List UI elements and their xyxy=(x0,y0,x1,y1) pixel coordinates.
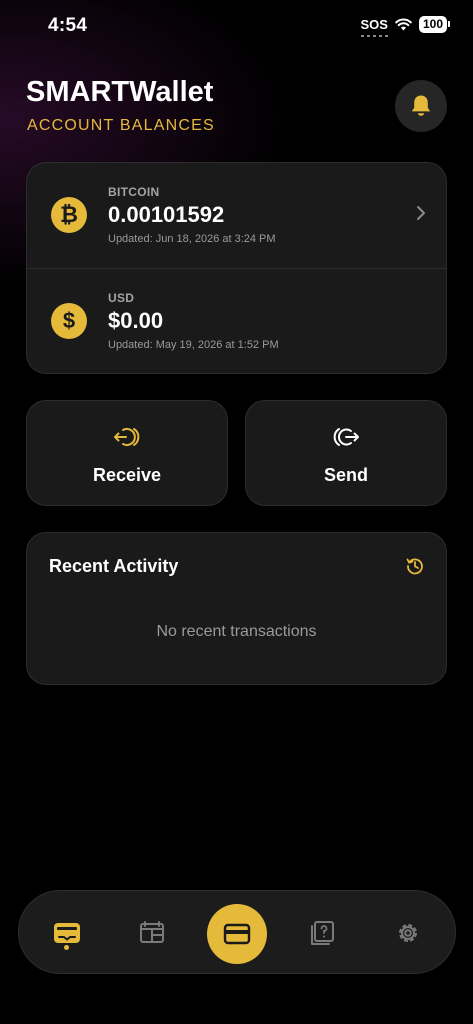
recent-activity-card: Recent Activity No recent transactions xyxy=(26,532,447,685)
usd-label: USD xyxy=(108,291,135,305)
bitcoin-label: BITCOIN xyxy=(108,185,160,199)
tab-wallet[interactable] xyxy=(42,891,92,975)
card-icon xyxy=(223,923,251,945)
bitcoin-icon: ₿ xyxy=(51,197,87,233)
balances-card: ₿ BITCOIN 0.00101592 Updated: Jun 18, 20… xyxy=(26,162,447,374)
status-time: 4:54 xyxy=(48,15,88,36)
dashboard-icon xyxy=(140,921,164,943)
sos-indicator: SOS xyxy=(360,17,388,37)
status-bar: 4:54 SOS 100 xyxy=(0,0,473,54)
send-button[interactable]: Send xyxy=(245,400,447,506)
tab-help[interactable] xyxy=(297,891,347,975)
sos-label: SOS xyxy=(360,17,388,32)
status-indicators: SOS 100 xyxy=(360,16,451,37)
section-subtitle: ACCOUNT BALANCES xyxy=(27,117,215,134)
battery-indicator: 100 xyxy=(418,16,451,33)
history-icon[interactable] xyxy=(406,557,424,575)
receive-label: Receive xyxy=(92,465,162,485)
bitcoin-balance-value: 0.00101592 xyxy=(108,202,225,227)
notifications-button[interactable] xyxy=(395,80,447,132)
usd-balance-row: $ USD $0.00 Updated: May 19, 2026 at 1:5… xyxy=(27,269,446,375)
usd-balance-value: $0.00 xyxy=(108,308,164,333)
bell-icon xyxy=(411,95,431,116)
bitcoin-balance-row[interactable]: ₿ BITCOIN 0.00101592 Updated: Jun 18, 20… xyxy=(27,163,446,269)
active-tab-indicator xyxy=(64,945,69,950)
usd-updated-time: Updated: May 19, 2026 at 1:52 PM xyxy=(108,339,279,351)
bitcoin-updated-time: Updated: Jun 18, 2026 at 3:24 PM xyxy=(108,233,276,245)
bottom-tab-bar xyxy=(18,890,456,974)
tab-cards[interactable] xyxy=(207,904,267,964)
signal-dots xyxy=(360,35,388,37)
wallet-icon xyxy=(54,923,80,943)
recent-activity-title: Recent Activity xyxy=(49,556,179,576)
tab-settings[interactable] xyxy=(383,891,433,975)
dollar-icon: $ xyxy=(51,303,87,339)
settings-gear-icon xyxy=(399,924,417,942)
receive-icon xyxy=(114,428,140,446)
app-title: SMARTWallet xyxy=(26,76,214,108)
help-book-icon xyxy=(311,921,334,945)
send-label: Send xyxy=(323,465,368,485)
tab-dashboard[interactable] xyxy=(127,891,177,975)
no-transactions-text: No recent transactions xyxy=(156,623,317,640)
chevron-right-icon xyxy=(417,206,425,220)
send-icon xyxy=(333,428,359,446)
wifi-icon xyxy=(395,18,412,31)
receive-button[interactable]: Receive xyxy=(26,400,228,506)
